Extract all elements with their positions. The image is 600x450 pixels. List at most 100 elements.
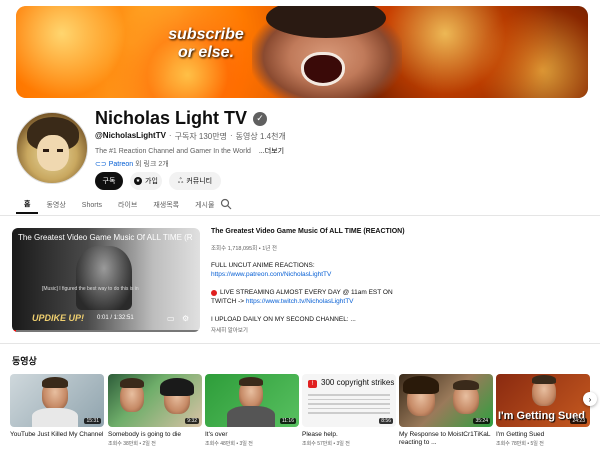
- featured-video-info: The Greatest Video Game Music Of ALL TIM…: [211, 228, 441, 334]
- video-meta: 조회수 48만회 • 3일 전: [205, 441, 253, 447]
- featured-time: 0:01 / 1:32:51: [97, 315, 134, 321]
- tab-playlists[interactable]: 재생목록: [145, 196, 187, 214]
- thumb-hair: [532, 375, 556, 384]
- captions-icon[interactable]: ▭: [167, 314, 177, 324]
- video-title[interactable]: YouTube Just Killed My Channel: [10, 431, 104, 439]
- video-count: 동영상 1.4천개: [235, 132, 286, 141]
- video-thumbnail[interactable]: 9:32: [108, 374, 202, 427]
- thumb-hair: [160, 378, 194, 396]
- tab-live[interactable]: 라이브: [110, 196, 145, 214]
- link-icon: ⊂⊃: [95, 161, 107, 168]
- community-button[interactable]: ஃ 커뮤니티: [169, 172, 221, 190]
- settings-icon[interactable]: ⚙: [182, 314, 192, 324]
- avatar-eye-right: [57, 149, 63, 152]
- channel-meta: @NicholasLightTV · 구독자 130만명 · 동영상 1.4천개: [95, 131, 286, 142]
- featured-video-player[interactable]: The Greatest Video Game Music Of ALL TIM…: [12, 228, 200, 332]
- featured-desc-line2-text: LIVE STREAMING ALMOST EVERY DAY @ 11am E…: [220, 289, 393, 296]
- chevron-right-icon[interactable]: ›: [583, 392, 597, 406]
- channel-handle: @NicholasLightTV: [95, 131, 166, 140]
- channel-description[interactable]: The #1 Reaction Channel and Gamer In the…: [95, 146, 284, 156]
- video-duration: 35:24: [473, 418, 490, 424]
- banner-text: subscribe or else.: [166, 26, 246, 62]
- tab-playlists-label: 재생목록: [153, 202, 180, 209]
- tab-home[interactable]: 홈: [16, 196, 39, 214]
- featured-desc-line2: LIVE STREAMING ALMOST EVERY DAY @ 11am E…: [211, 289, 441, 296]
- featured-desc-line4: I UPLOAD DAILY ON MY SECOND CHANNEL: ...: [211, 316, 356, 323]
- video-card[interactable]: 15:31 YouTube Just Killed My Channel: [10, 374, 104, 439]
- featured-video-title[interactable]: The Greatest Video Game Music Of ALL TIM…: [211, 228, 441, 235]
- subscriber-count: 구독자 130만명: [174, 132, 227, 141]
- video-title[interactable]: Somebody is going to die: [108, 431, 202, 439]
- featured-person-image: [76, 246, 132, 310]
- verified-check-icon: ✓: [253, 111, 268, 126]
- subscribe-button[interactable]: 구독: [95, 172, 123, 190]
- video-thumbnail[interactable]: I'm Getting Sued 24:23: [496, 374, 590, 427]
- video-thumbnail[interactable]: 15:31: [10, 374, 104, 427]
- channel-avatar[interactable]: [16, 112, 88, 184]
- copyright-strike-icon: !: [308, 380, 317, 388]
- video-card[interactable]: 11:16 It's over 조회수 48만회 • 3일 전: [205, 374, 299, 447]
- search-icon[interactable]: [220, 198, 232, 210]
- thumb-hair: [42, 377, 68, 388]
- patreon-link[interactable]: Patreon: [109, 161, 134, 168]
- section-divider: [0, 343, 600, 344]
- tab-videos[interactable]: 동영상: [38, 196, 73, 214]
- featured-more-link[interactable]: 자세히 알아보기: [211, 326, 441, 334]
- meta-separator: ·: [168, 131, 172, 140]
- join-button[interactable]: ★ 가입: [130, 172, 162, 190]
- video-meta: 조회수 38만회 • 2일 전: [108, 441, 156, 447]
- video-meta: 조회수 78만회 • 5일 전: [496, 441, 544, 447]
- subscribe-label: 구독: [102, 178, 116, 185]
- channel-name-row: Nicholas Light TV ✓: [95, 108, 268, 129]
- video-thumbnail[interactable]: 11:16: [205, 374, 299, 427]
- join-icon: ★: [134, 177, 143, 185]
- videos-shelf: 15:31 YouTube Just Killed My Channel 9:3…: [10, 374, 594, 450]
- featured-caption: [Music] I figured the best way to do thi…: [42, 286, 139, 292]
- tab-posts[interactable]: 게시물: [187, 196, 222, 214]
- more-description-link[interactable]: ...더보기: [259, 148, 284, 155]
- video-thumbnail[interactable]: 35:24: [399, 374, 493, 427]
- video-title[interactable]: Please help.: [302, 431, 396, 439]
- more-links-text[interactable]: 외 링크 2개: [135, 161, 169, 168]
- video-duration: 15:31: [84, 418, 101, 424]
- thumb-hair: [453, 380, 479, 390]
- tab-posts-label: 게시물: [195, 202, 215, 209]
- video-duration: 9:32: [185, 418, 199, 424]
- banner-mouth-image: [301, 52, 345, 86]
- video-card[interactable]: 35:24 My Response to MoistCr1TiKaL react…: [399, 374, 493, 447]
- tab-shorts-label: Shorts: [81, 201, 103, 209]
- community-label: 커뮤니티: [186, 178, 213, 185]
- banner-text-line1: subscribe: [168, 26, 244, 43]
- video-card[interactable]: 9:32 Somebody is going to die 조회수 38만회 •…: [108, 374, 202, 447]
- thumb-body: [227, 406, 275, 427]
- featured-video-meta: 조회수 1,718,095회 • 1년 전: [211, 246, 277, 252]
- tab-shorts[interactable]: Shorts: [74, 196, 110, 214]
- twitch-prefix: TWITCH ->: [211, 298, 246, 305]
- video-thumbnail[interactable]: ! 300 copyright strikes 8:56: [302, 374, 396, 427]
- patreon-url-link[interactable]: https://www.patreon.com/NicholasLightTV: [211, 271, 441, 278]
- channel-name: Nicholas Light TV: [95, 108, 248, 128]
- channel-links[interactable]: ⊂⊃ Patreon 외 링크 2개: [95, 159, 169, 169]
- shelf-title[interactable]: 동영상: [12, 354, 37, 367]
- meta-separator: ·: [229, 131, 233, 140]
- featured-progress-fill: [12, 330, 16, 332]
- video-title[interactable]: My Response to MoistCr1TiKaL reacting to…: [399, 431, 493, 447]
- thumbnail-lines: [308, 394, 390, 417]
- featured-logo: UPDIKE UP!: [32, 313, 85, 323]
- twitch-url-link[interactable]: https://www.twitch.tv/NicholasLightTV: [246, 298, 354, 305]
- channel-description-text: The #1 Reaction Channel and Gamer In the…: [95, 148, 251, 155]
- featured-progress-bar[interactable]: [12, 330, 200, 332]
- tab-live-label: 라이브: [118, 202, 138, 209]
- video-duration: 11:16: [279, 418, 296, 424]
- banner-text-line2: or else.: [177, 44, 235, 61]
- thumb-hair: [120, 378, 144, 388]
- avatar-eye-left: [43, 149, 49, 152]
- join-label: 가입: [145, 178, 158, 185]
- video-card[interactable]: ! 300 copyright strikes 8:56 Please help…: [302, 374, 396, 447]
- featured-desc-line3: TWITCH -> https://www.twitch.tv/Nicholas…: [211, 298, 441, 305]
- featured-desc-line1: FULL UNCUT ANIME REACTIONS:: [211, 262, 315, 269]
- avatar-face: [37, 135, 69, 171]
- video-title[interactable]: It's over: [205, 431, 299, 439]
- video-card[interactable]: I'm Getting Sued 24:23 I'm Getting Sued …: [496, 374, 590, 447]
- video-title[interactable]: I'm Getting Sued: [496, 431, 590, 439]
